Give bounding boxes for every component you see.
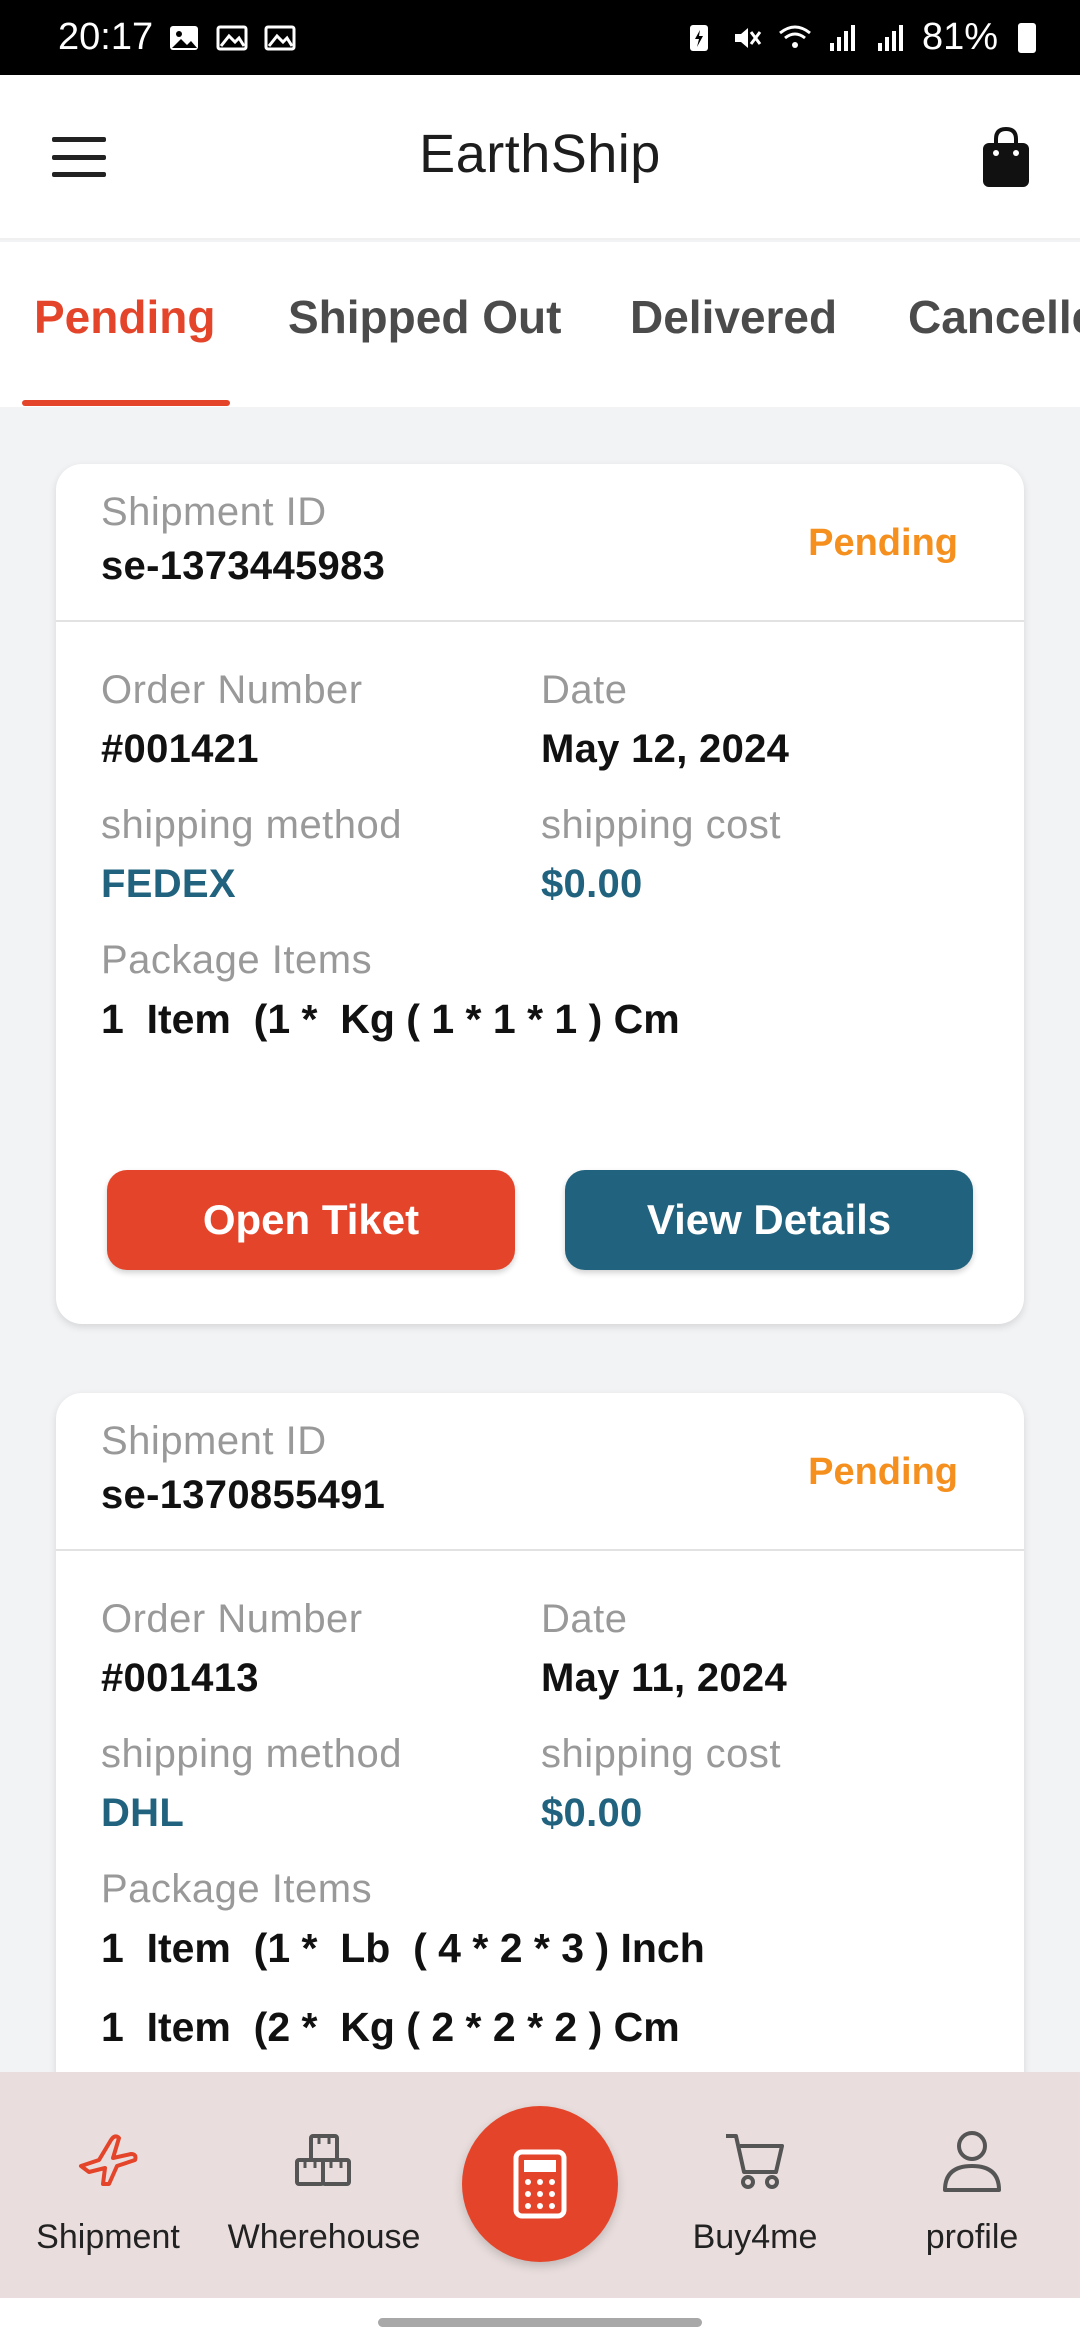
shipping-method-label: shipping method [101,803,403,847]
shipping-cost-field: shipping cost $0.00 [541,803,781,907]
shipment-id-value: se-1370855491 [101,1473,386,1517]
app-title: EarthShip [419,124,661,184]
date-field: Date May 11, 2024 [541,1597,787,1701]
status-left: 20:17 [58,16,297,59]
order-number-field: Order Number #001413 [101,1597,363,1701]
shipping-cost-field: shipping cost $0.00 [541,1732,781,1836]
gallery-notification-icon-2 [264,25,296,50]
card-header: Shipment ID se-1370855491 Pending [56,1393,1024,1551]
shipment-id-label: Shipment ID [101,490,327,534]
nav-label: profile [925,2218,1019,2256]
shipment-id-label: Shipment ID [101,1419,327,1463]
status-badge: Pending [808,1451,958,1493]
order-number-label: Order Number [101,668,363,712]
status-time: 20:17 [58,16,154,58]
status-tabs: Pending Shipped Out Delivered Cancelled [0,242,1080,407]
wifi-icon [779,25,811,48]
card-header: Shipment ID se-1373445983 Pending [56,464,1024,622]
gallery-notification-icon [216,25,248,50]
tab-delivered[interactable]: Delivered [630,290,837,344]
package-item-line: 1 Item (1 * Lb ( 4 * 2 * 3 ) Inch [101,1925,705,1971]
shipping-cost-label: shipping cost [541,1732,781,1776]
nav-wherehouse[interactable]: Wherehouse [224,2126,424,2257]
order-number-value: #001413 [101,1656,259,1700]
order-number-field: Order Number #001421 [101,668,363,772]
date-value: May 11, 2024 [541,1656,788,1700]
shipping-method-value: FEDEX [101,862,236,906]
shipment-id-value: se-1373445983 [101,544,386,588]
shipping-method-field: shipping method DHL [101,1732,402,1836]
airplane-icon [79,2134,138,2186]
shipment-card: Shipment ID se-1373445983 Pending Order … [56,464,1024,1324]
home-indicator[interactable] [378,2318,702,2327]
mute-icon [734,27,762,48]
battery-icon [1018,22,1036,53]
package-items-field: Package Items [101,1867,372,1912]
package-item-line: 1 Item (2 * Kg ( 2 * 2 * 2 ) Cm [101,2004,680,2050]
package-items-label: Package Items [101,1867,373,1911]
calculator-button[interactable] [462,2106,618,2262]
shipping-cost-label: shipping cost [541,803,781,847]
signal-icon-2 [877,24,903,51]
nav-buy4me[interactable]: Buy4me [655,2126,855,2257]
signal-icon [829,24,855,51]
app-bar: EarthShip [0,75,1080,240]
date-label: Date [541,1597,628,1641]
person-icon [943,2131,1001,2192]
battery-percent: 81% [921,16,998,58]
package-items-label: Package Items [101,938,373,982]
cart-icon [726,2134,784,2189]
open-ticket-button[interactable]: Open Tiket [107,1170,515,1270]
status-badge: Pending [808,522,958,564]
tab-shipped-out[interactable]: Shipped Out [288,290,561,344]
shopping-bag-icon[interactable] [978,125,1034,191]
shipment-card: Shipment ID se-1370855491 Pending Order … [56,1393,1024,2133]
view-details-button[interactable]: View Details [565,1170,973,1270]
order-number-label: Order Number [101,1597,363,1641]
nav-profile[interactable]: profile [872,2126,1072,2257]
nav-label: Buy4me [692,2218,818,2256]
tab-pending[interactable]: Pending [34,290,215,344]
boxes-icon [295,2134,351,2186]
shipping-cost-value: $0.00 [541,862,643,906]
status-right: 81% [682,16,1036,59]
system-home-bar [0,2298,1080,2340]
shipping-method-field: shipping method FEDEX [101,803,402,907]
tab-cancelled[interactable]: Cancelled [908,290,1080,344]
order-number-value: #001421 [101,727,259,771]
package-items-field: Package Items [101,938,372,983]
date-field: Date May 12, 2024 [541,668,789,772]
active-tab-indicator [22,400,230,406]
nav-label: Wherehouse [227,2218,421,2256]
image-notification-icon [170,25,199,50]
calculator-icon [513,2149,567,2219]
shipping-method-value: DHL [101,1791,185,1835]
shipping-cost-value: $0.00 [541,1791,643,1835]
nav-label: Shipment [36,2218,180,2256]
status-bar: 20:17 81% [0,0,1080,75]
package-item-line: 1 Item (1 * Kg ( 1 * 1 * 1 ) Cm [101,996,680,1042]
date-label: Date [541,668,628,712]
battery-saver-icon [689,24,708,51]
date-value: May 12, 2024 [541,727,790,771]
nav-shipment[interactable]: Shipment [8,2126,208,2257]
shipping-method-label: shipping method [101,1732,403,1776]
bottom-navigation: Shipment Wherehouse Buy4me profile [0,2072,1080,2298]
